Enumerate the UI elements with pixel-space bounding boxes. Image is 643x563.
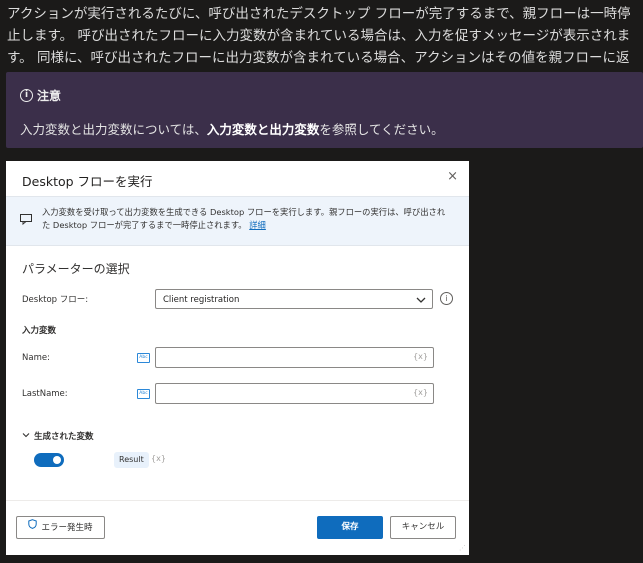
variable-picker-icon[interactable]: {x} bbox=[413, 388, 428, 397]
text-variable-icon[interactable]: Abc bbox=[137, 389, 150, 399]
banner-description: 入力変数を受け取って出力変数を生成できる Desktop フローを実行します。親… bbox=[42, 207, 446, 230]
result-variable-toggle[interactable] bbox=[34, 453, 64, 467]
note-body-link-text[interactable]: 入力変数と出力変数 bbox=[207, 122, 320, 137]
shield-icon bbox=[28, 517, 38, 538]
note-body-suffix: を参照してください。 bbox=[319, 122, 444, 137]
name-label: Name: bbox=[22, 353, 50, 363]
info-icon[interactable]: i bbox=[440, 292, 453, 305]
close-icon[interactable]: × bbox=[447, 169, 458, 184]
info-banner: 入力変数を受け取って出力変数を生成できる Desktop フローを実行します。親… bbox=[6, 196, 469, 246]
text-variable-icon[interactable]: Abc bbox=[137, 353, 150, 363]
note-title-row: i 注意 bbox=[20, 87, 61, 104]
footer-divider bbox=[6, 500, 469, 501]
chevron-collapse-icon bbox=[22, 431, 30, 442]
lastname-input[interactable]: {x} bbox=[155, 383, 434, 404]
note-callout: i 注意 入力変数と出力変数については、入力変数と出力変数を参照してください。 bbox=[6, 72, 643, 148]
chevron-down-icon bbox=[416, 290, 426, 318]
note-body-prefix: 入力変数と出力変数については、 bbox=[20, 122, 207, 137]
result-variable-icon: {x} bbox=[151, 454, 166, 463]
resize-grip[interactable]: ⋰ bbox=[459, 544, 466, 552]
learn-more-link[interactable]: 詳細 bbox=[249, 220, 266, 230]
run-desktop-flow-dialog: Desktop フローを実行 × 入力変数を受け取って出力変数を生成できる De… bbox=[6, 161, 469, 555]
variable-picker-icon[interactable]: {x} bbox=[413, 352, 428, 361]
generated-variables-toggle[interactable]: 生成された変数 bbox=[22, 430, 94, 442]
save-button[interactable]: 保存 bbox=[317, 516, 383, 539]
note-body: 入力変数と出力変数については、入力変数と出力変数を参照してください。 bbox=[20, 119, 444, 138]
lastname-label: LastName: bbox=[22, 389, 68, 399]
banner-text: 入力変数を受け取って出力変数を生成できる Desktop フローを実行します。親… bbox=[42, 206, 452, 232]
message-icon bbox=[20, 210, 32, 229]
dialog-title: Desktop フローを実行 bbox=[22, 174, 153, 189]
section-title: パラメーターの選択 bbox=[22, 262, 130, 276]
name-input[interactable]: {x} bbox=[155, 347, 434, 368]
cancel-button[interactable]: キャンセル bbox=[390, 516, 456, 539]
desktop-flow-dropdown[interactable]: Client registration bbox=[155, 289, 433, 309]
input-variables-title: 入力変数 bbox=[22, 326, 57, 336]
toggle-knob bbox=[53, 456, 61, 464]
on-error-label: エラー発生時 bbox=[41, 523, 93, 533]
desktop-flow-label: Desktop フロー: bbox=[22, 295, 89, 305]
generated-variables-title: 生成された変数 bbox=[34, 432, 94, 442]
info-icon: i bbox=[20, 89, 33, 102]
result-variable-chip[interactable]: Result bbox=[114, 452, 149, 468]
on-error-button[interactable]: エラー発生時 bbox=[16, 516, 105, 539]
desktop-flow-value: Client registration bbox=[163, 295, 240, 305]
note-title: 注意 bbox=[37, 89, 62, 103]
